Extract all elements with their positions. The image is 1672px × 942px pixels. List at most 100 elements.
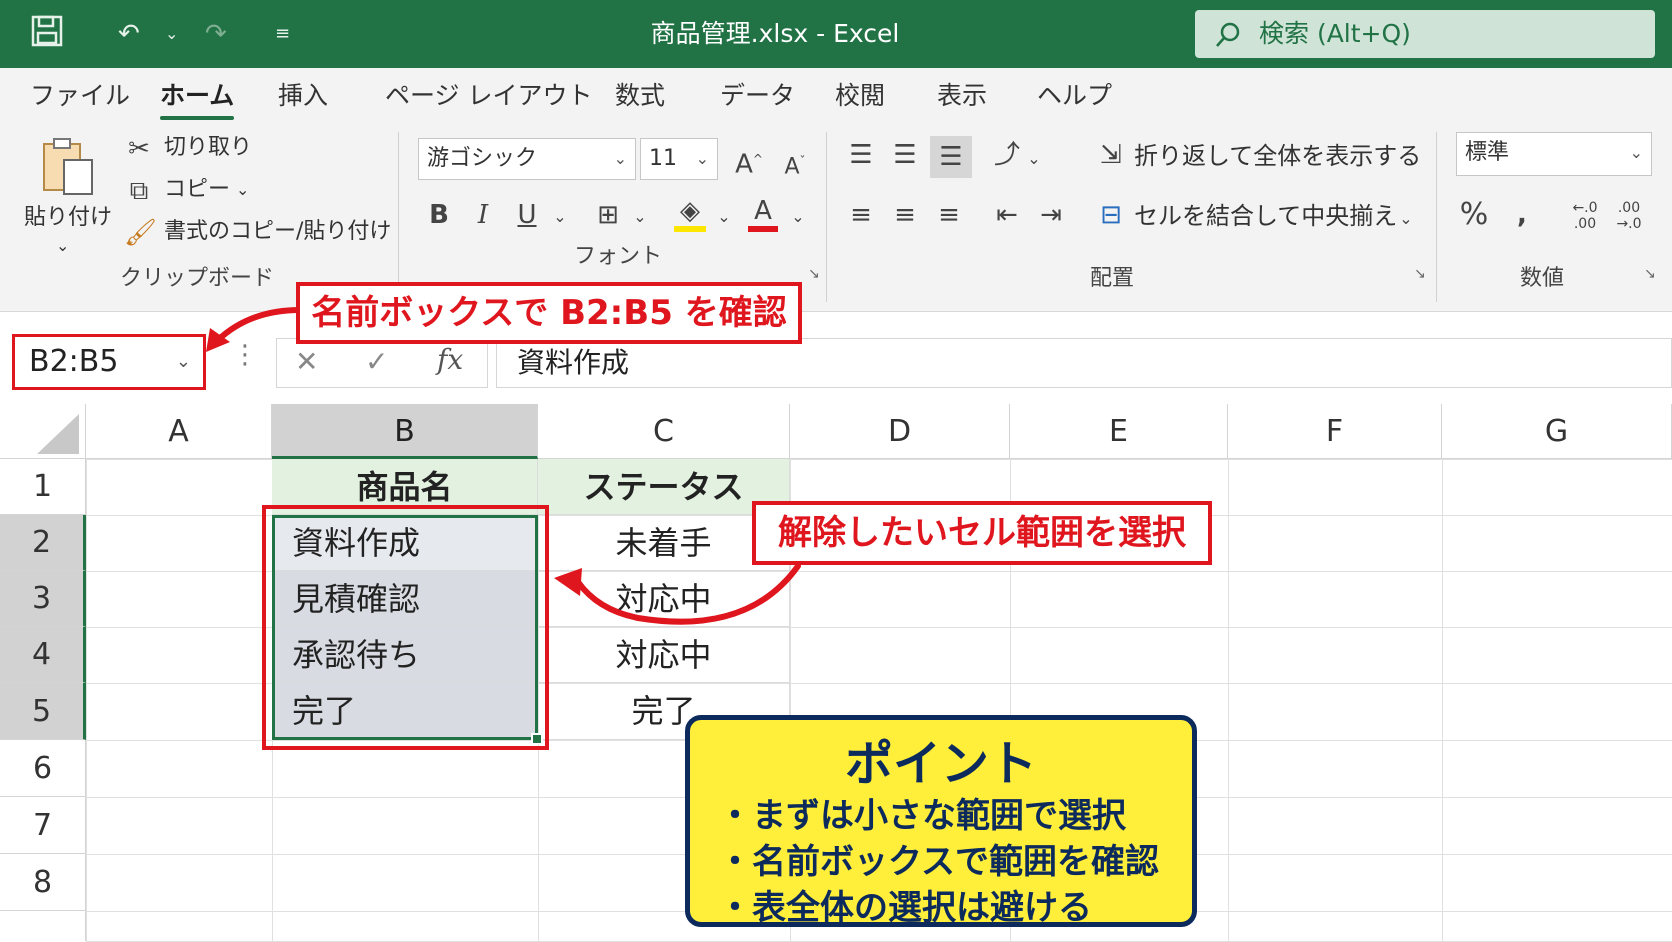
font-dialog-launcher-icon[interactable]: ↘ — [808, 266, 820, 282]
number-format-combo[interactable]: 標準 ⌄ — [1456, 132, 1652, 176]
underline-icon[interactable]: U — [514, 200, 540, 230]
column-header-f[interactable]: F — [1228, 404, 1442, 459]
undo-icon[interactable]: ↶ — [118, 14, 140, 54]
ribbon-tabs: ファイル ホーム 挿入 ページ レイアウト 数式 データ 校閲 表示 ヘルプ — [0, 68, 1672, 124]
copy-dropdown-icon[interactable]: ⌄ — [236, 176, 249, 204]
row-header-7[interactable]: 7 — [0, 797, 86, 854]
italic-icon[interactable]: I — [470, 200, 496, 230]
merge-center-button[interactable]: セルを結合して中央揃え — [1134, 202, 1397, 230]
chevron-down-icon: ⌄ — [1629, 143, 1643, 162]
format-painter-icon[interactable]: 🖌 — [124, 218, 157, 248]
increase-indent-icon[interactable]: ⇥ — [1036, 200, 1066, 230]
column-header-e[interactable]: E — [1010, 404, 1228, 459]
align-top-icon[interactable]: ☰ — [846, 140, 876, 170]
wrap-text-button[interactable]: 折り返して全体を表示する — [1134, 142, 1421, 170]
increase-decimal-icon[interactable]: ←.0.00 — [1570, 200, 1600, 232]
tab-home[interactable]: ホーム — [160, 78, 235, 120]
borders-dropdown-icon[interactable]: ⌄ — [630, 202, 650, 232]
row-header-8[interactable]: 8 — [0, 854, 86, 911]
font-name-value: 游ゴシック — [427, 146, 538, 171]
tab-formulas[interactable]: 数式 — [615, 78, 665, 114]
tab-help[interactable]: ヘルプ — [1037, 78, 1112, 114]
column-header-d[interactable]: D — [790, 404, 1010, 459]
number-dialog-launcher-icon[interactable]: ↘ — [1644, 266, 1656, 282]
grid-vline — [1442, 459, 1443, 941]
clipboard-group-label: クリップボード — [120, 266, 275, 291]
merge-center-dropdown-icon[interactable]: ⌄ — [1396, 204, 1416, 234]
name-box[interactable]: B2:B5 ⌄ — [12, 334, 206, 390]
namebox-callout: 名前ボックスで B2:B5 を確認 — [296, 282, 802, 344]
number-group-label: 数値 — [1520, 266, 1565, 291]
font-name-combo[interactable]: 游ゴシック ⌄ — [418, 138, 636, 180]
chevron-down-icon: ⌄ — [175, 351, 191, 372]
paste-icon[interactable] — [38, 136, 98, 202]
font-group-label: フォント — [574, 244, 663, 269]
alignment-dialog-launcher-icon[interactable]: ↘ — [1414, 266, 1426, 282]
bold-icon[interactable]: B — [426, 200, 452, 230]
format-painter-button[interactable]: 書式のコピー/貼り付け — [164, 218, 391, 246]
orientation-icon[interactable]: ⤴ — [990, 140, 1024, 170]
tab-review[interactable]: 校閲 — [835, 78, 885, 114]
undo-dropdown-icon[interactable]: ⌄ — [165, 14, 178, 54]
column-header-g[interactable]: G — [1442, 404, 1672, 459]
align-center-icon[interactable]: ≡ — [890, 200, 920, 230]
tab-insert[interactable]: 挿入 — [278, 78, 328, 114]
range-arrow — [554, 563, 801, 625]
column-header-c[interactable]: C — [538, 404, 790, 459]
percent-style-icon[interactable]: % — [1458, 200, 1490, 230]
column-header-a[interactable]: A — [86, 404, 272, 459]
row-header-5[interactable]: 5 — [0, 683, 86, 740]
align-left-icon[interactable]: ≡ — [846, 200, 876, 230]
save-icon[interactable] — [30, 14, 64, 60]
name-box-value: B2:B5 — [29, 344, 119, 379]
row-header-1[interactable]: 1 — [0, 459, 86, 515]
insert-function-icon[interactable]: fx — [437, 343, 463, 376]
row-header-2[interactable]: 2 — [0, 515, 86, 571]
font-size-combo[interactable]: 11 ⌄ — [640, 138, 718, 180]
increase-font-size-icon[interactable]: A^ — [734, 144, 764, 180]
row-header-6[interactable]: 6 — [0, 740, 86, 797]
search-label: 検索 (Alt+Q) — [1259, 19, 1411, 48]
paste-button[interactable]: 貼り付け — [24, 204, 112, 232]
point-item-1: ・まずは小さな範囲で選択 — [718, 796, 1126, 836]
borders-icon[interactable]: ⊞ — [592, 200, 624, 230]
align-right-icon[interactable]: ≡ — [934, 200, 964, 230]
font-color-dropdown-icon[interactable]: ⌄ — [788, 202, 808, 232]
search-box[interactable]: 検索 (Alt+Q) — [1195, 10, 1655, 58]
align-middle-icon[interactable]: ☰ — [890, 140, 920, 170]
decrease-indent-icon[interactable]: ⇤ — [992, 200, 1022, 230]
underline-dropdown-icon[interactable]: ⌄ — [550, 202, 570, 232]
wrap-text-icon[interactable]: ⇲ — [1096, 140, 1126, 170]
row-header-9[interactable] — [0, 911, 86, 941]
title-bar: ↶ ⌄ ↷ ≡ 商品管理.xlsx - Excel 検索 (Alt+Q) — [0, 0, 1672, 68]
enter-icon[interactable]: ✓ — [365, 345, 388, 378]
redo-icon[interactable]: ↷ — [205, 14, 227, 54]
cut-button[interactable]: 切り取り — [164, 134, 252, 162]
number-format-value: 標準 — [1465, 140, 1510, 165]
decrease-decimal-icon[interactable]: .00 →.0 — [1614, 200, 1644, 232]
tab-page-layout[interactable]: ページ レイアウト — [385, 78, 592, 114]
namebox-arrow — [206, 307, 303, 352]
merge-center-icon[interactable]: ⊟ — [1096, 200, 1126, 230]
row-header-3[interactable]: 3 — [0, 571, 86, 627]
copy-button[interactable]: コピー — [164, 176, 230, 204]
font-color-icon[interactable]: A — [748, 196, 778, 232]
tab-file[interactable]: ファイル — [30, 78, 130, 114]
selection-highlight — [262, 505, 549, 750]
tab-data[interactable]: データ — [720, 78, 795, 114]
formula-input[interactable]: 資料作成 — [496, 338, 1672, 388]
fill-color-icon[interactable]: ◈ — [674, 196, 706, 232]
orientation-dropdown-icon[interactable]: ⌄ — [1024, 144, 1044, 174]
fill-color-dropdown-icon[interactable]: ⌄ — [714, 202, 734, 232]
tab-view[interactable]: 表示 — [937, 78, 987, 114]
align-bottom-icon[interactable]: ☰ — [930, 136, 972, 178]
paste-dropdown-icon[interactable]: ⌄ — [56, 232, 69, 260]
decrease-font-size-icon[interactable]: Aˇ — [780, 146, 810, 182]
copy-icon[interactable]: ⧉ — [124, 176, 154, 206]
select-all-corner[interactable] — [0, 404, 86, 459]
comma-style-icon[interactable]: , — [1508, 200, 1536, 230]
cut-icon[interactable]: ✂ — [126, 134, 152, 164]
customize-qat-icon[interactable]: ≡ — [275, 14, 290, 54]
column-header-b[interactable]: B — [272, 404, 538, 459]
row-header-4[interactable]: 4 — [0, 627, 86, 683]
